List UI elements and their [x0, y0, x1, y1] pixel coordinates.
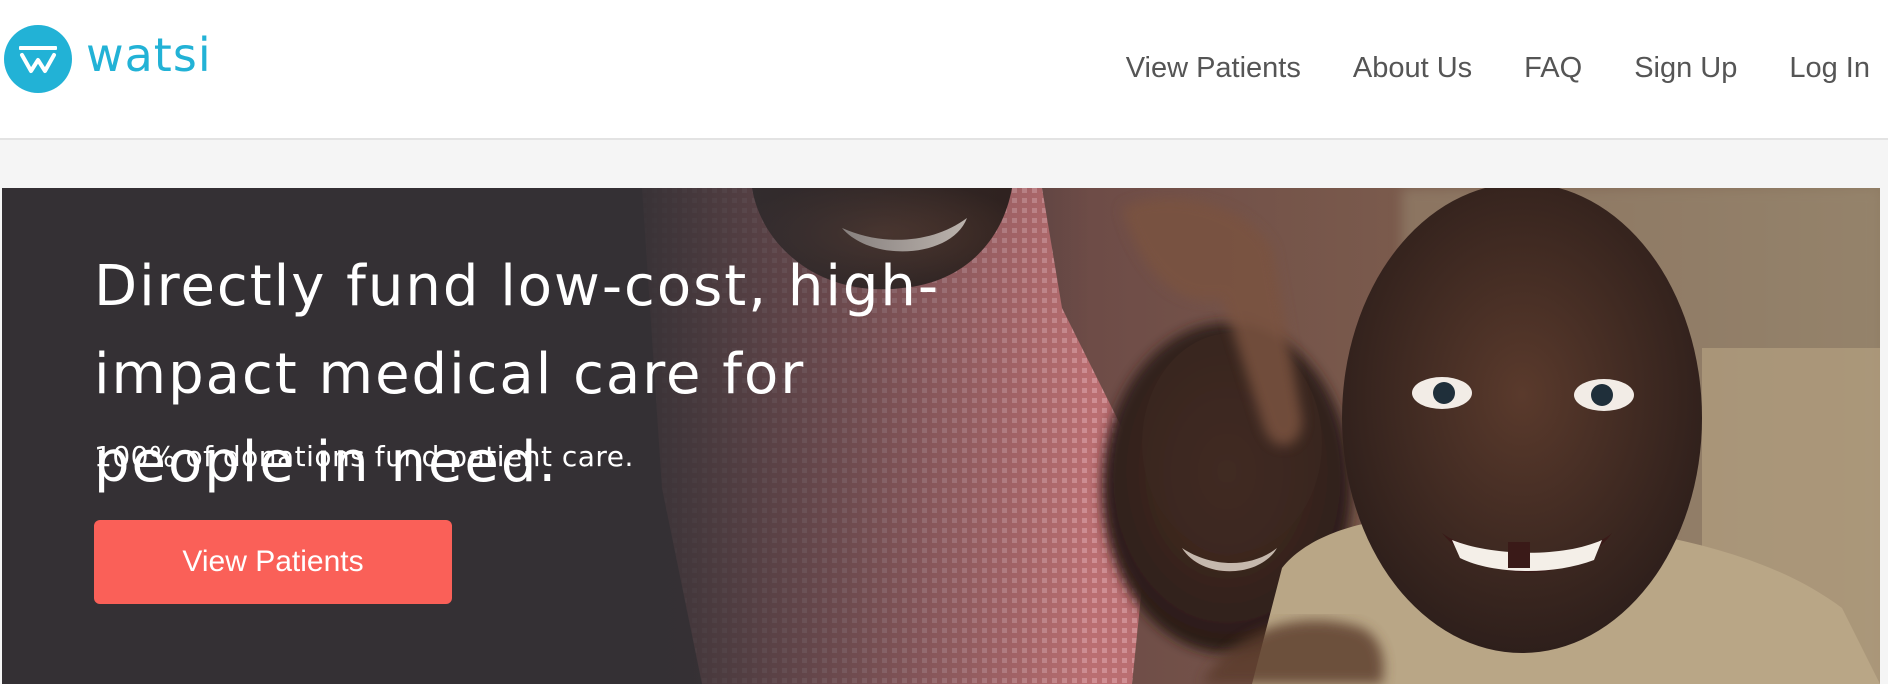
view-patients-button[interactable]: View Patients [94, 520, 452, 604]
nav-about-us[interactable]: About Us [1353, 48, 1472, 88]
nav-sign-up[interactable]: Sign Up [1634, 48, 1737, 88]
logo-wordmark: watsi [86, 28, 212, 82]
nav-faq[interactable]: FAQ [1524, 48, 1582, 88]
watsi-w-icon [4, 25, 72, 93]
nav-log-in[interactable]: Log In [1789, 48, 1870, 88]
hero-banner: Directly fund low-cost, high-impact medi… [2, 188, 1880, 684]
nav-view-patients[interactable]: View Patients [1126, 48, 1301, 88]
watsi-logo[interactable]: watsi [4, 25, 212, 93]
site-header: watsi View Patients About Us FAQ Sign Up… [0, 0, 1888, 140]
main-nav: View Patients About Us FAQ Sign Up Log I… [1126, 48, 1870, 88]
hero-subtitle: 100% of donations fund patient care. [94, 440, 634, 473]
